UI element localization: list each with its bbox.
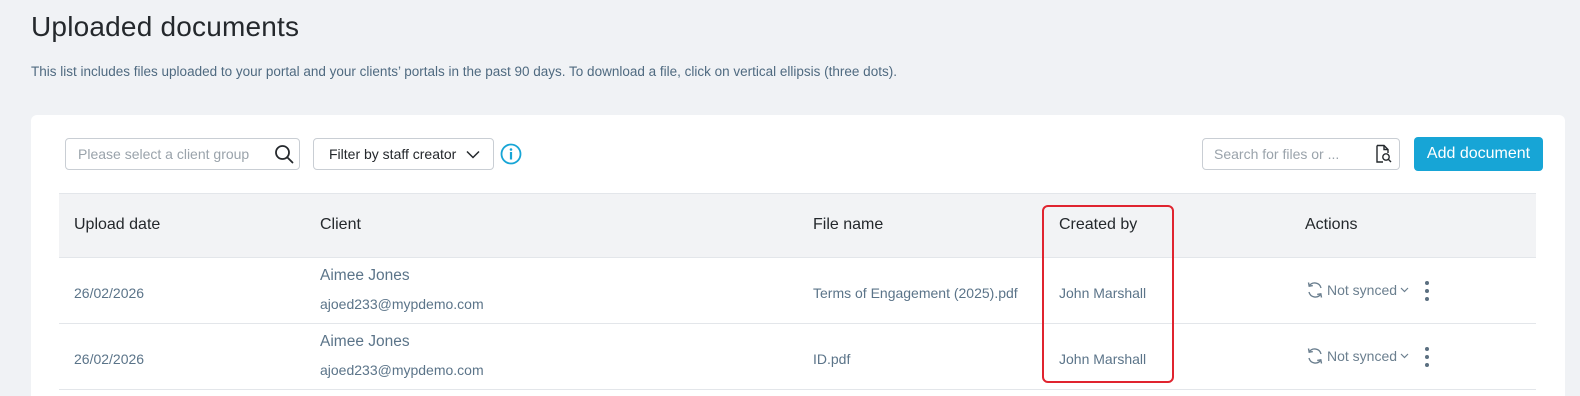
toolbar: Please select a client group Filter by s… [31, 115, 1565, 193]
client-group-select[interactable]: Please select a client group [65, 138, 300, 170]
search-icon[interactable] [269, 144, 299, 164]
column-header-created-by[interactable]: Created by [1059, 216, 1137, 234]
sync-status-label: Not synced [1327, 282, 1398, 298]
file-search-input[interactable]: Search for files or ... [1202, 138, 1400, 170]
chevron-down-icon [1400, 353, 1409, 359]
file-search-placeholder: Search for files or ... [1214, 146, 1340, 162]
client-name: Aimee Jones [320, 267, 410, 284]
column-header-file-name[interactable]: File name [813, 216, 883, 234]
sync-status-label: Not synced [1327, 348, 1398, 364]
sync-status-dropdown[interactable]: Not synced [1305, 346, 1409, 366]
file-name[interactable]: Terms of Engagement (2025).pdf [813, 285, 1018, 301]
client-group-placeholder: Please select a client group [78, 146, 250, 162]
client-email: ajoed233@mypdemo.com [320, 296, 484, 312]
table-row: 26/02/2026 Aimee Jones ajoed233@mypdemo.… [59, 324, 1536, 390]
created-by: John Marshall [1059, 351, 1147, 367]
column-header-actions: Actions [1305, 216, 1358, 233]
documents-card: Please select a client group Filter by s… [31, 115, 1565, 396]
sync-icon [1307, 282, 1323, 298]
sync-status-dropdown[interactable]: Not synced [1305, 280, 1409, 300]
staff-filter-label: Filter by staff creator [329, 146, 457, 162]
created-by: John Marshall [1059, 285, 1147, 301]
upload-date: 26/02/2026 [74, 285, 145, 301]
client-email: ajoed233@mypdemo.com [320, 362, 484, 378]
page-description: This list includes files uploaded to you… [31, 64, 897, 79]
column-header-client[interactable]: Client [320, 216, 361, 234]
table-header: Upload date Client File name Created by … [59, 193, 1536, 258]
info-icon[interactable] [500, 143, 522, 165]
upload-date: 26/02/2026 [74, 351, 145, 367]
column-header-upload-date[interactable]: Upload date [74, 216, 160, 234]
client-name: Aimee Jones [320, 333, 410, 350]
file-name[interactable]: ID.pdf [813, 351, 850, 367]
staff-creator-filter[interactable]: Filter by staff creator [313, 138, 494, 170]
sync-icon [1307, 348, 1323, 364]
file-search-icon[interactable] [1367, 144, 1399, 164]
more-vertical-icon[interactable] [1419, 346, 1435, 368]
chevron-down-icon [466, 150, 480, 159]
add-document-button[interactable]: Add document [1414, 137, 1543, 171]
chevron-down-icon [1400, 287, 1409, 293]
more-vertical-icon[interactable] [1419, 280, 1435, 302]
documents-table: Upload date Client File name Created by … [59, 193, 1536, 390]
table-row: 26/02/2026 Aimee Jones ajoed233@mypdemo.… [59, 258, 1536, 324]
page-title: Uploaded documents [31, 11, 300, 42]
